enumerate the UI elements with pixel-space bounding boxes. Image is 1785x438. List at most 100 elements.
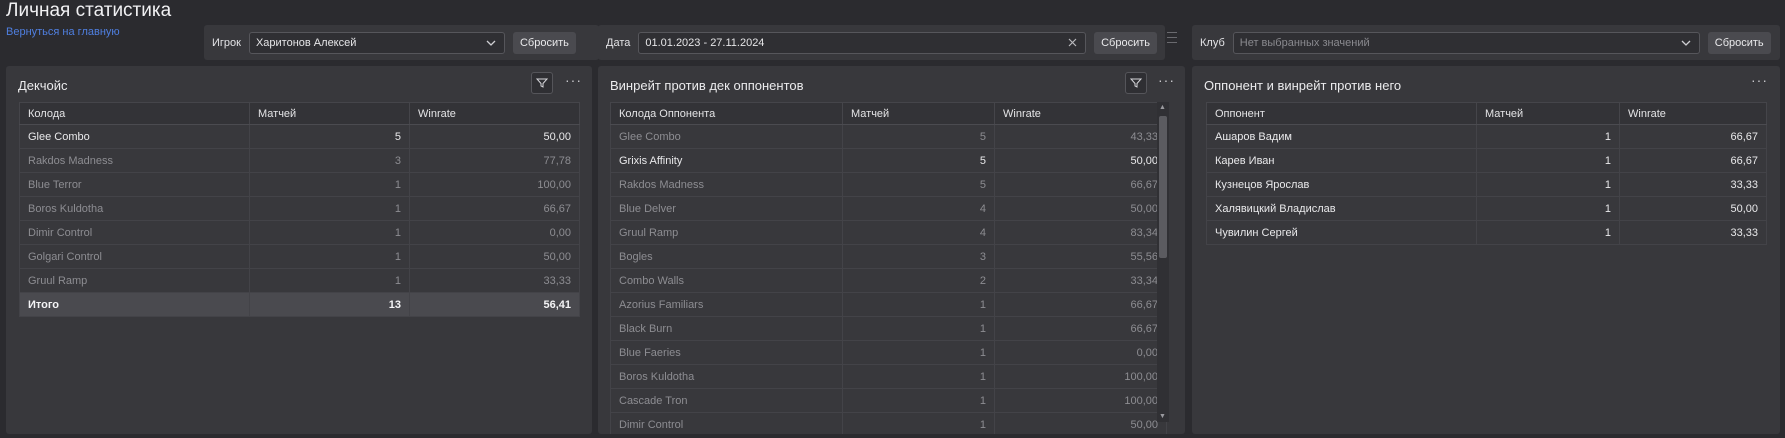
deckchoice-panel: Декчойс ··· Колода Матчей Winrate Glee C… [6, 66, 592, 434]
table-cell-winrate: 0,00 [409, 220, 580, 245]
table-cell-winrate: 100,00 [409, 172, 580, 197]
table-row[interactable]: Кузнецов Ярослав 1 33,33 [1206, 172, 1767, 197]
table-cell-deck: Golgari Control [19, 244, 250, 269]
table-row[interactable]: Bogles 3 55,56 [610, 244, 1167, 269]
deckchoice-table: Колода Матчей Winrate Glee Combo 5 50,00 Ra… [19, 102, 580, 317]
table-row[interactable]: Чувилин Сергей 1 33,33 [1206, 220, 1767, 245]
table-row[interactable]: Azorius Familiars 1 66,67 [610, 292, 1167, 317]
table-row[interactable]: Gruul Ramp 4 83,34 [610, 220, 1167, 245]
table-cell-winrate: 66,67 [409, 196, 580, 221]
table-cell-matches: 2 [842, 268, 995, 293]
more-horizontal-icon[interactable]: ··· [1751, 72, 1768, 88]
column-header[interactable]: Колода [19, 102, 250, 125]
table-cell-matches: 1 [249, 268, 410, 293]
table-row[interactable]: Glee Combo 5 43,33 [610, 124, 1167, 149]
table-cell-deck: Cascade Tron [610, 388, 843, 413]
table-cell-matches: 1 [1476, 172, 1620, 197]
table-cell-deck: Azorius Familiars [610, 292, 843, 317]
table-row[interactable]: Cascade Tron 1 100,00 [610, 388, 1167, 413]
table-cell-matches: 1 [1476, 124, 1620, 149]
table-cell-deck: Glee Combo [610, 124, 843, 149]
table-cell-deck: Black Burn [610, 316, 843, 341]
table-cell-winrate: 33,33 [1619, 172, 1767, 197]
filter-funnel-icon[interactable] [531, 72, 553, 94]
table-row[interactable]: Blue Delver 4 50,00 [610, 196, 1167, 221]
table-row[interactable]: Rakdos Madness 3 77,78 [19, 148, 580, 173]
table-cell-matches: 5 [249, 124, 410, 149]
table-cell-matches: 1 [249, 244, 410, 269]
table-cell-matches: 1 [1476, 196, 1620, 221]
player-select[interactable]: Харитонов Алексей [248, 31, 505, 54]
table-cell-winrate: 83,34 [994, 220, 1167, 245]
table-row[interactable]: Карев Иван 1 66,67 [1206, 148, 1767, 173]
player-reset-button[interactable]: Сбросить [512, 31, 576, 54]
table-row[interactable]: Rakdos Madness 5 66,67 [610, 172, 1167, 197]
table-cell-matches: 3 [249, 148, 410, 173]
more-horizontal-icon[interactable]: ··· [1158, 72, 1175, 88]
opponent-decks-panel: Винрейт против дек оппонентов ··· Колода… [598, 66, 1185, 434]
column-header[interactable]: Матчей [842, 102, 995, 125]
deckchoice-title: Декчойс [18, 78, 68, 93]
more-horizontal-icon[interactable]: ··· [565, 72, 582, 88]
table-row[interactable]: Combo Walls 2 33,34 [610, 268, 1167, 293]
table-cell-deck: Combo Walls [610, 268, 843, 293]
column-header[interactable]: Матчей [249, 102, 410, 125]
table-cell-winrate: 100,00 [994, 364, 1167, 389]
table-cell-matches: 1 [249, 220, 410, 245]
table-cell-matches: 5 [842, 124, 995, 149]
scrollbar-thumb[interactable] [1159, 116, 1167, 258]
table-row[interactable]: Dimir Control 1 0,00 [19, 220, 580, 245]
table-header-row: Оппонент Матчей Winrate [1206, 102, 1767, 125]
table-row[interactable]: Blue Faeries 1 0,00 [610, 340, 1167, 365]
column-header[interactable]: Колода Оппонента [610, 102, 843, 125]
date-reset-button[interactable]: Сбросить [1094, 31, 1157, 54]
table-row[interactable]: Blue Terror 1 100,00 [19, 172, 580, 197]
table-cell-deck: Glee Combo [19, 124, 250, 149]
table-cell-deck: Blue Terror [19, 172, 250, 197]
table-cell-name: Ашаров Вадим [1206, 124, 1477, 149]
table-cell-matches: 1 [842, 412, 995, 434]
table-cell-deck: Bogles [610, 244, 843, 269]
table-row[interactable]: Black Burn 1 66,67 [610, 316, 1167, 341]
table-row[interactable]: Glee Combo 5 50,00 [19, 124, 580, 149]
vertical-scrollbar[interactable]: ▲ ▼ [1157, 102, 1169, 422]
table-row[interactable]: Golgari Control 1 50,00 [19, 244, 580, 269]
filter-funnel-icon[interactable] [1125, 72, 1147, 94]
date-range-input[interactable]: 01.01.2023 - 27.11.2024 [638, 31, 1087, 54]
table-total-row: Итого 13 56,41 [19, 292, 580, 317]
club-filter-label: Клуб [1200, 36, 1225, 49]
column-header[interactable]: Winrate [1619, 102, 1767, 125]
club-select[interactable]: Нет выбранных значений [1232, 31, 1700, 54]
table-cell-deck: Gruul Ramp [19, 268, 250, 293]
chevron-down-icon [1679, 36, 1693, 50]
table-row[interactable]: Ашаров Вадим 1 66,67 [1206, 124, 1767, 149]
table-cell-deck: Blue Delver [610, 196, 843, 221]
table-cell-deck: Dimir Control [19, 220, 250, 245]
table-row[interactable]: Gruul Ramp 1 33,33 [19, 268, 580, 293]
table-cell-matches: 5 [842, 172, 995, 197]
column-header[interactable]: Матчей [1476, 102, 1620, 125]
table-cell-matches: 1 [1476, 220, 1620, 245]
table-cell-matches: 1 [1476, 148, 1620, 173]
page-title: Личная статистика [6, 0, 172, 21]
back-to-home-link[interactable]: Вернуться на главную [6, 26, 120, 38]
total-cell-matches: 13 [249, 292, 410, 317]
table-row[interactable]: Халявицкий Владислав 1 50,00 [1206, 196, 1767, 221]
table-cell-winrate: 50,00 [994, 412, 1167, 434]
splitter-handle[interactable] [1166, 28, 1178, 58]
table-row[interactable]: Grixis Affinity 5 50,00 [610, 148, 1167, 173]
table-row[interactable]: Dimir Control 1 50,00 [610, 412, 1167, 434]
club-reset-button[interactable]: Сбросить [1707, 31, 1771, 54]
close-icon[interactable] [1065, 36, 1079, 50]
table-row[interactable]: Boros Kuldotha 1 66,67 [19, 196, 580, 221]
table-cell-winrate: 66,67 [994, 172, 1167, 197]
table-cell-matches: 4 [842, 196, 995, 221]
table-row[interactable]: Boros Kuldotha 1 100,00 [610, 364, 1167, 389]
column-header[interactable]: Winrate [994, 102, 1167, 125]
table-cell-matches: 1 [842, 316, 995, 341]
column-header[interactable]: Winrate [409, 102, 580, 125]
table-cell-winrate: 50,00 [994, 148, 1167, 173]
table-cell-matches: 1 [249, 196, 410, 221]
column-header[interactable]: Оппонент [1206, 102, 1477, 125]
table-cell-matches: 4 [842, 220, 995, 245]
